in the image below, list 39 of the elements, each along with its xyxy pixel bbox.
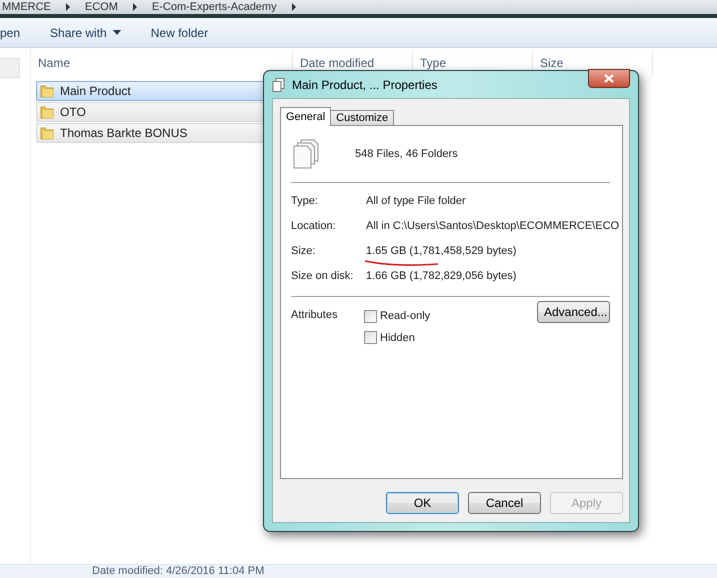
folder-icon <box>40 126 54 140</box>
breadcrumb-item[interactable]: E-Com-Experts-Academy <box>152 0 277 14</box>
field-value: All in C:\Users\Santos\Desktop\ECOMMERCE\ECO <box>366 220 620 232</box>
chevron-right-icon <box>132 3 138 11</box>
field-value: 1.65 GB (1,781,458,529 bytes) <box>366 245 516 257</box>
advanced-button[interactable]: Advanced... <box>537 301 610 323</box>
summary-text: 548 Files, 46 Folders <box>355 148 458 160</box>
status-bar: Date modified: 4/26/2016 11:04 PM <box>0 564 717 578</box>
window-title: Main Product, ... Properties <box>292 78 438 92</box>
checkbox[interactable]: Hidden <box>364 331 537 344</box>
toolbar-button[interactable]: Share with <box>50 26 121 40</box>
dialog-button[interactable]: Cancel <box>468 492 541 514</box>
field-value: 1.66 GB (1,782,829,056 bytes) <box>366 270 516 282</box>
chevron-right-icon <box>290 3 297 11</box>
field-label: Type: <box>291 195 319 207</box>
toolbar-button[interactable]: New folder <box>150 26 208 40</box>
checkbox[interactable]: Read-only <box>364 309 537 323</box>
breadcrumb-item[interactable]: MMERCE <box>2 0 51 14</box>
checkbox-box[interactable] <box>364 331 377 344</box>
folder-icon <box>40 105 54 119</box>
field-label: Size on disk: <box>291 270 354 282</box>
address-bar[interactable]: MMERCE ECOM E-Com-Experts-Academy <box>0 0 717 14</box>
close-button[interactable] <box>588 69 630 88</box>
attributes-label: Attributes <box>291 309 338 323</box>
caret-down-icon <box>112 30 121 35</box>
chevron-right-icon <box>64 3 71 11</box>
dialog-button[interactable]: OK <box>386 492 459 514</box>
tab[interactable]: General <box>280 107 332 126</box>
field-label: Size: <box>291 245 316 257</box>
checkbox-box[interactable] <box>364 310 377 322</box>
tab[interactable]: Customize <box>330 110 394 126</box>
field-value: All of type File folder <box>366 195 466 207</box>
folder-icon <box>40 84 54 98</box>
documents-icon <box>293 139 319 169</box>
documents-icon <box>272 78 285 92</box>
toolbar-button[interactable]: pen <box>0 26 20 40</box>
close-icon <box>604 74 614 83</box>
breadcrumb-item[interactable]: ECOM <box>84 0 118 14</box>
field-label: Location: <box>291 220 337 232</box>
